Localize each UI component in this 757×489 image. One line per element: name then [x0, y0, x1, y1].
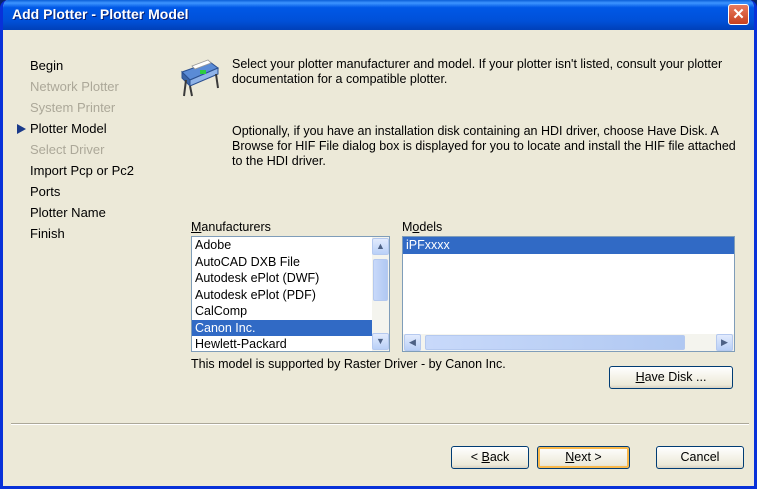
vertical-scrollbar[interactable]: ▲ ▼: [372, 237, 389, 351]
step-ports: Ports: [30, 181, 134, 202]
models-list[interactable]: iPFxxxx ◀ ▶: [402, 236, 735, 352]
close-icon: ✕: [732, 6, 745, 23]
driver-support-text: This model is supported by Raster Driver…: [191, 357, 506, 371]
list-item[interactable]: Autodesk ePlot (PDF): [192, 287, 389, 304]
scroll-up-button[interactable]: ▲: [372, 238, 389, 255]
step-plotter-name: Plotter Name: [30, 202, 134, 223]
list-item[interactable]: Hewlett-Packard: [192, 336, 389, 351]
separator: [11, 423, 749, 425]
add-plotter-dialog: Add Plotter - Plotter Model ✕ Begin Netw…: [0, 0, 757, 489]
hdi-driver-text: Optionally, if you have an installation …: [232, 124, 736, 168]
cancel-button[interactable]: Cancel: [656, 446, 744, 469]
list-item[interactable]: AutoCAD DXB File: [192, 254, 389, 271]
current-step-arrow-icon: [17, 124, 26, 134]
back-button[interactable]: < Back: [451, 446, 529, 469]
step-label: Finish: [30, 226, 65, 241]
step-label: Begin: [30, 58, 64, 73]
step-label: Ports: [30, 184, 61, 199]
step-finish: Finish: [30, 223, 134, 244]
chevron-up-icon: ▲: [376, 241, 385, 251]
manufacturers-list[interactable]: Adobe AutoCAD DXB File Autodesk ePlot (D…: [191, 236, 390, 352]
window-title: Add Plotter - Plotter Model: [12, 6, 189, 22]
scroll-right-button[interactable]: ▶: [716, 334, 733, 351]
step-label: Plotter Name: [30, 205, 106, 220]
chevron-left-icon: ◀: [409, 337, 416, 347]
next-button[interactable]: Next >: [537, 446, 630, 469]
horizontal-scrollbar[interactable]: ◀ ▶: [403, 334, 734, 351]
title-bar[interactable]: Add Plotter - Plotter Model ✕: [3, 0, 754, 30]
manufacturers-label: Manufacturers: [191, 220, 271, 234]
step-label: System Printer: [30, 100, 116, 115]
step-select-driver: Select Driver: [30, 139, 134, 160]
list-item-selected[interactable]: Canon Inc.: [192, 319, 389, 336]
step-plotter-model: Plotter Model: [17, 118, 134, 139]
step-network-plotter: Network Plotter: [30, 76, 134, 97]
step-label: Plotter Model: [30, 121, 107, 136]
close-button[interactable]: ✕: [728, 4, 749, 25]
scroll-left-button[interactable]: ◀: [404, 334, 421, 351]
step-import-pcp: Import Pcp or Pc2: [30, 160, 134, 181]
scroll-down-button[interactable]: ▼: [372, 333, 389, 350]
instruction-text: Select your plotter manufacturer and mod…: [232, 57, 723, 86]
scroll-thumb[interactable]: [425, 335, 685, 350]
plotter-icon: [181, 59, 219, 97]
step-begin: Begin: [30, 55, 134, 76]
wizard-steps: Begin Network Plotter System Printer Plo…: [17, 55, 134, 244]
list-item[interactable]: CalComp: [192, 303, 389, 320]
step-label: Network Plotter: [30, 79, 119, 94]
chevron-down-icon: ▼: [376, 336, 385, 346]
list-item[interactable]: Adobe: [192, 237, 389, 254]
step-label: Import Pcp or Pc2: [30, 163, 135, 178]
step-label: Select Driver: [30, 142, 105, 157]
list-item[interactable]: Autodesk ePlot (DWF): [192, 270, 389, 287]
have-disk-button[interactable]: Have Disk ...: [609, 366, 733, 389]
models-label: Models: [402, 220, 443, 234]
list-item-selected[interactable]: iPFxxxx: [403, 237, 734, 254]
scroll-thumb[interactable]: [373, 259, 388, 301]
chevron-right-icon: ▶: [721, 337, 728, 347]
step-system-printer: System Printer: [30, 97, 134, 118]
